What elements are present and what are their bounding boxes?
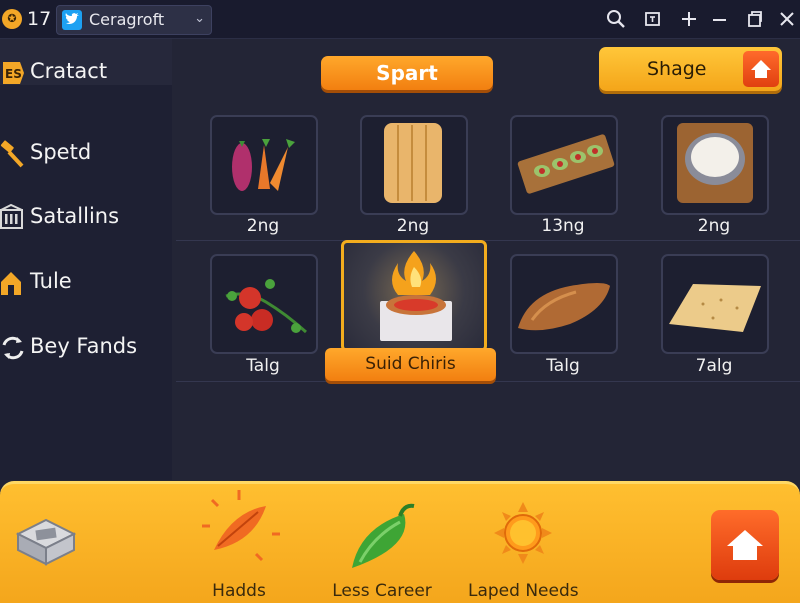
house-icon <box>0 268 26 296</box>
close-icon[interactable] <box>773 6 799 32</box>
bottom-item-label: Hadds <box>212 581 266 601</box>
game-controller-icon[interactable]: ✪ <box>2 9 22 29</box>
shage-button-label: Shage <box>647 58 707 80</box>
sidebar-item-spetd[interactable]: Spetd <box>0 131 172 177</box>
account-select[interactable]: Ceragroft ⌄ <box>56 5 212 35</box>
bottom-item-laped-needs[interactable]: Laped Needs <box>468 484 579 603</box>
plus-icon[interactable] <box>676 6 702 32</box>
chevron-down-icon: ⌄ <box>194 11 205 26</box>
grid-tile-loaf[interactable] <box>510 254 618 354</box>
bottom-item-box[interactable] <box>10 484 84 603</box>
grid-tile-caption: 13ng <box>541 216 585 236</box>
grid-tile-caption: Talg <box>246 356 280 376</box>
loaf-icon <box>518 283 610 331</box>
cracker-icon <box>669 284 761 332</box>
grid-tile-caption: 2ng <box>697 216 731 236</box>
title-bar: ✪ 17 Ceragroft ⌄ <box>0 0 800 39</box>
grid-tile-caption: 2ng <box>396 216 430 236</box>
grid-tile-bread[interactable] <box>360 115 468 215</box>
minimize-icon[interactable] <box>706 6 732 32</box>
canapes-icon <box>517 134 615 194</box>
row-divider <box>176 381 800 382</box>
grid-tile-cracker[interactable] <box>661 254 769 354</box>
sync-icon <box>0 333 26 361</box>
bottom-item-hadds[interactable]: Hadds <box>196 484 282 603</box>
sidebar-header-label: Cratact <box>30 59 108 83</box>
sidebar-item-label: Bey Fands <box>30 334 138 358</box>
restore-icon[interactable] <box>741 6 767 32</box>
building-icon <box>0 203 26 231</box>
sidebar-header[interactable]: ES Cratact <box>0 39 172 85</box>
sidebar-item-satallins[interactable]: Satallins <box>0 195 172 241</box>
box-icon <box>15 518 77 566</box>
home-icon <box>743 51 779 87</box>
pepper-icon <box>352 503 415 568</box>
bread-icon <box>384 123 442 203</box>
sidebar: ES Cratact Spetd Satallins Tule Bey Fand… <box>0 39 172 480</box>
grid-tile-caption: Talg <box>546 356 580 376</box>
vegetables-icon <box>232 139 295 191</box>
shage-button[interactable]: Shage <box>599 47 782 91</box>
tile-icon[interactable] <box>640 6 666 32</box>
tomatoes-icon <box>225 279 308 334</box>
svg-text:ES: ES <box>5 67 22 81</box>
bottom-item-less-career[interactable]: Less Career <box>330 484 434 603</box>
home-button[interactable] <box>711 510 779 580</box>
bottom-bar: Hadds Less Career Laped Needs <box>0 481 800 603</box>
grid-tile-vegetables[interactable] <box>210 115 318 215</box>
spart-button[interactable]: Spart <box>321 56 493 90</box>
spice-leaf-icon <box>202 490 280 562</box>
search-icon[interactable] <box>603 6 629 32</box>
grid-tile-caption: 2ng <box>246 216 280 236</box>
home-icon <box>727 530 763 560</box>
sidebar-item-bey-fands[interactable]: Bey Fands <box>0 325 172 371</box>
badge-icon: ES <box>0 58 26 86</box>
grid-tile-dip-bowl[interactable] <box>661 115 769 215</box>
grid-tile-tomatoes[interactable] <box>210 254 318 354</box>
account-select-value: Ceragroft <box>89 10 165 29</box>
title-count: 17 <box>27 8 52 30</box>
cooking-pot-icon <box>380 251 452 341</box>
sidebar-item-tule[interactable]: Tule <box>0 260 172 306</box>
bottom-item-label: Less Career <box>332 581 432 601</box>
sidebar-item-label: Tule <box>30 269 72 293</box>
grid-tile-selected[interactable] <box>341 240 487 352</box>
twitter-bird-icon <box>62 10 82 30</box>
grid-tile-selected-caption[interactable]: Suid Chiris <box>325 348 496 381</box>
dip-bowl-icon <box>677 123 753 203</box>
grid-tile-caption: 7alg <box>695 356 733 376</box>
sidebar-item-label: Spetd <box>30 140 92 164</box>
row-divider <box>176 240 800 241</box>
sun-icon <box>494 502 552 564</box>
sidebar-item-label: Satallins <box>30 204 120 228</box>
grid-tile-canapes[interactable] <box>510 115 618 215</box>
bottom-item-label: Laped Needs <box>468 581 579 601</box>
hammer-icon <box>0 139 26 168</box>
